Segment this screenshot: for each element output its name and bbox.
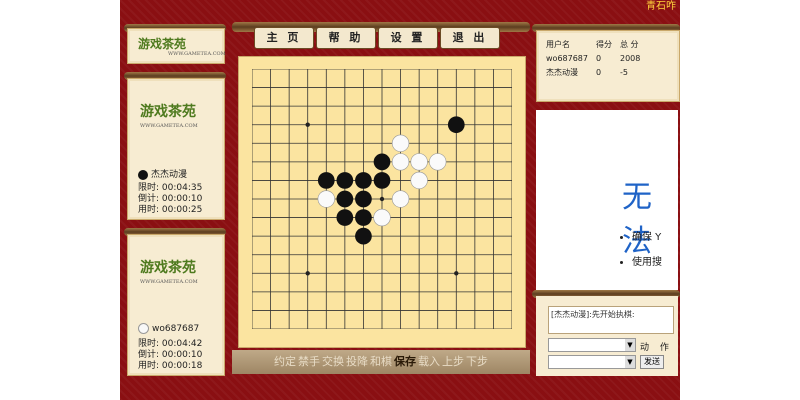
white-stone — [373, 208, 391, 227]
chevron-down-icon[interactable]: ▼ — [625, 339, 635, 351]
white-stone — [410, 171, 428, 190]
black-stone — [355, 172, 372, 189]
player2-panel: 游戏茶苑 WWW.GAMETEA.COM wo687687 限时: 00:04:… — [127, 234, 225, 376]
player2-name-row: wo687687 — [138, 323, 199, 334]
bottom-action-1[interactable]: 禁手 — [298, 355, 320, 368]
player1-logo-sub: WWW.GAMETEA.COM — [140, 123, 198, 129]
bottom-action-bar: 约定 禁手 交换 投降 和棋 保存 载入 上步 下步 — [232, 350, 530, 374]
white-stone — [317, 190, 335, 208]
black-stone — [355, 209, 372, 226]
menu-exit-button[interactable]: 退 出 — [440, 27, 500, 49]
menu-home-button[interactable]: 主 页 — [254, 27, 314, 49]
black-stone — [373, 153, 391, 171]
player2-logo: 游戏茶苑 — [140, 260, 196, 276]
white-stone — [391, 134, 410, 152]
star-point — [379, 196, 385, 202]
star-point — [305, 271, 310, 276]
player1-name: 杰杰动漫 — [151, 170, 188, 180]
black-stone — [317, 172, 335, 189]
chat-target-select[interactable]: ▼ — [548, 338, 636, 352]
chevron-down-icon[interactable]: ▼ — [625, 356, 635, 368]
black-stone — [355, 190, 372, 208]
black-stone — [355, 227, 372, 245]
black-stone — [336, 209, 354, 226]
menu-help-button[interactable]: 帮 助 — [316, 27, 376, 49]
menu-settings-button[interactable]: 设 置 — [378, 27, 438, 49]
chat-input-select[interactable]: ▼ — [548, 355, 636, 369]
white-stone — [410, 153, 428, 171]
black-stone — [336, 190, 354, 208]
white-stone — [391, 153, 410, 171]
top-corner-button[interactable]: 青石咋 — [642, 0, 680, 14]
score-table: 用户名 得分 总 分 wo687687 0 2008 杰杰动漫 0 -5 — [542, 37, 644, 80]
send-button[interactable]: 发送 — [640, 355, 664, 369]
black-stone — [447, 116, 465, 134]
black-stone-icon — [138, 169, 148, 180]
chat-message-box[interactable]: [杰杰动漫]:先开始执棋: — [548, 306, 674, 334]
black-stone — [373, 172, 391, 189]
white-stone — [391, 190, 410, 208]
bottom-action-8[interactable]: 下步 — [466, 355, 488, 368]
white-stone — [429, 153, 447, 171]
top-logo: 游戏茶苑 — [138, 37, 187, 51]
bottom-action-3[interactable]: 投降 — [346, 355, 368, 368]
player2-logo-sub: WWW.GAMETEA.COM — [140, 279, 198, 285]
player1-panel: 游戏茶苑 WWW.GAMETEA.COM 杰杰动漫 限时: 00:04:35 倒… — [127, 78, 225, 220]
white-stone-icon — [138, 323, 149, 334]
ad-item: 确保 Y — [632, 228, 662, 243]
star-point — [305, 122, 310, 127]
player1-name-row: 杰杰动漫 — [138, 167, 187, 180]
score-header-row: 用户名 得分 总 分 — [546, 40, 639, 49]
black-stone — [336, 172, 354, 189]
player1-logo: 游戏茶苑 — [140, 104, 196, 120]
bottom-action-5[interactable]: 保存 — [394, 355, 416, 368]
action-label: 动 作 — [640, 343, 673, 353]
ad-list: 确保 Y 使用搜 — [632, 228, 662, 278]
bottom-action-2[interactable]: 交换 — [322, 355, 344, 368]
ad-panel: 无法 确保 Y 使用搜 — [536, 110, 678, 290]
bottom-action-0[interactable]: 约定 — [274, 355, 296, 368]
table-row[interactable]: wo687687 0 2008 — [542, 52, 644, 65]
player1-used: 用时: 00:00:25 — [138, 205, 203, 215]
bottom-action-7[interactable]: 上步 — [442, 355, 464, 368]
ad-item: 使用搜 — [632, 253, 662, 268]
star-point — [454, 271, 459, 276]
player2-used: 用时: 00:00:18 — [138, 361, 203, 371]
top-logo-sub: WWW.GAMETEA.COM — [168, 51, 226, 57]
player2-name: wo687687 — [152, 324, 200, 334]
bottom-action-4[interactable]: 和棋 — [370, 355, 392, 368]
board-grid[interactable] — [252, 69, 512, 329]
bottom-action-6[interactable]: 载入 — [418, 355, 440, 368]
top-logo-panel: 游戏茶苑 WWW.GAMETEA.COM — [127, 28, 226, 64]
table-row[interactable]: 杰杰动漫 0 -5 — [542, 65, 644, 80]
